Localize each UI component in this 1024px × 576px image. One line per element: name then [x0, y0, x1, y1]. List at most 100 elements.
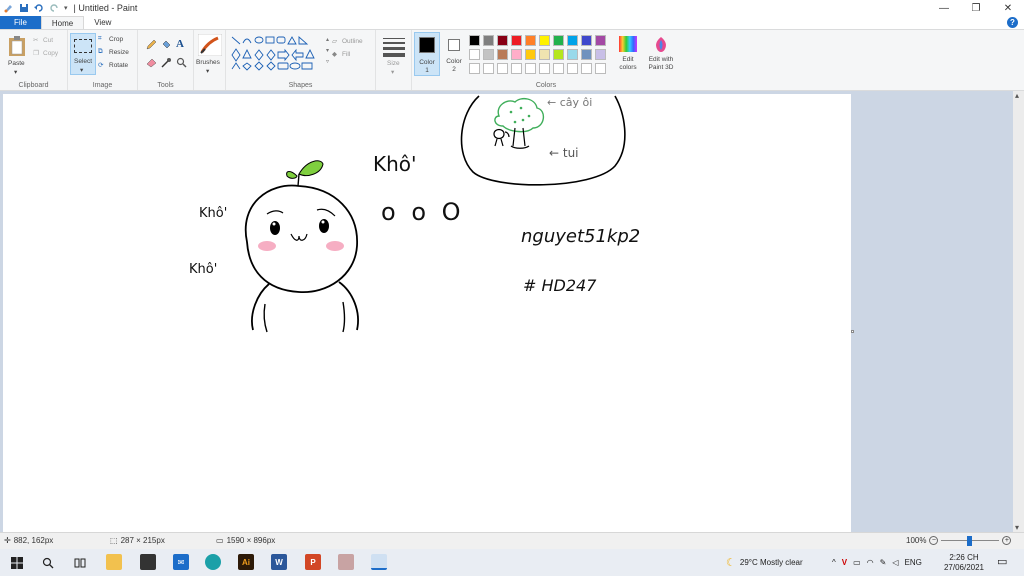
undo-icon[interactable] [34, 3, 44, 13]
restore-button[interactable]: ❐ [960, 0, 992, 16]
pen-icon[interactable]: ✎ [880, 558, 887, 567]
palette-custom-swatch[interactable] [525, 63, 536, 74]
edit-colors-button[interactable]: Edit colors [615, 32, 641, 76]
text-tool-icon[interactable]: A [176, 38, 184, 50]
paint-taskbar-icon[interactable] [371, 554, 387, 570]
palette-custom-swatch[interactable] [595, 63, 606, 74]
group-brushes[interactable]: Brushes ▾ [194, 30, 226, 90]
color2-button[interactable]: Color 2 [442, 32, 468, 76]
task-view-icon[interactable] [74, 557, 86, 569]
wifi-icon[interactable]: ◠ [867, 558, 874, 567]
notifications-icon[interactable]: ▭ [997, 555, 1007, 568]
edge-icon[interactable] [205, 554, 221, 570]
crop-button[interactable]: ⌗ Crop [98, 35, 136, 45]
pencil-icon[interactable] [146, 39, 157, 50]
kho-text-top: Khô' [373, 152, 417, 176]
magnifier-icon[interactable] [176, 57, 187, 68]
palette-swatch[interactable] [469, 49, 480, 60]
palette-custom-swatch[interactable] [469, 63, 480, 74]
battery-icon[interactable]: ▭ [853, 558, 861, 567]
palette-swatch[interactable] [511, 35, 522, 46]
palette-swatch[interactable] [525, 35, 536, 46]
palette-swatch[interactable] [595, 35, 606, 46]
eraser-icon[interactable] [146, 57, 157, 68]
zoom-in-button[interactable]: + [1002, 536, 1012, 545]
palette-custom-swatch[interactable] [539, 63, 550, 74]
illustrator-icon[interactable]: Ai [238, 554, 254, 570]
palette-swatch[interactable] [483, 49, 494, 60]
file-explorer-icon[interactable] [106, 554, 122, 570]
paste-icon [9, 36, 25, 56]
color1-button[interactable]: Color 1 [414, 32, 440, 76]
windows-start-icon[interactable] [11, 557, 23, 569]
edit-paint3d-button[interactable]: Edit with Paint 3D [643, 32, 679, 76]
color-picker-icon[interactable] [161, 57, 172, 68]
palette-swatch[interactable] [511, 49, 522, 60]
paste-button[interactable]: Paste ▾ [4, 33, 30, 76]
select-button[interactable]: Select ▾ [70, 33, 96, 75]
canvas-resize-handle[interactable] [851, 330, 854, 333]
palette-swatch[interactable] [483, 35, 494, 46]
volume-icon[interactable]: ◁ [892, 558, 898, 567]
drawing-canvas[interactable]: Khô' Khô' Khô' o o O ← cây ôi ← tui nguy… [3, 94, 851, 532]
zoom-slider-thumb[interactable] [967, 536, 973, 546]
search-icon[interactable] [42, 557, 54, 569]
fill-button[interactable]: ◆ Fill [332, 50, 376, 60]
cut-button[interactable]: ✂ Cut [33, 36, 65, 46]
scroll-down-icon[interactable]: ▾ [1015, 523, 1019, 532]
palette-swatch[interactable] [539, 35, 550, 46]
vertical-scrollbar[interactable]: ▴ ▾ [1013, 91, 1024, 532]
group-tools: A Tools [138, 30, 194, 90]
customize-qat-icon[interactable]: ▾ [64, 4, 68, 12]
close-button[interactable]: ✕ [992, 0, 1024, 16]
palette-custom-swatch[interactable] [497, 63, 508, 74]
copy-label: Copy [43, 50, 59, 57]
save-icon[interactable] [19, 3, 29, 13]
palette-swatch[interactable] [581, 35, 592, 46]
shapes-gallery[interactable] [230, 35, 326, 71]
scroll-up-icon[interactable]: ▴ [1015, 91, 1019, 100]
app-icon-gray[interactable] [338, 554, 354, 570]
palette-swatch[interactable] [595, 49, 606, 60]
palette-swatch[interactable] [525, 49, 536, 60]
group-size[interactable]: Size ▾ [376, 30, 412, 90]
store-icon[interactable] [140, 554, 156, 570]
palette-swatch[interactable] [581, 49, 592, 60]
tray-overflow-icon[interactable]: ^ [832, 558, 836, 567]
resize-button[interactable]: ⧉ Resize [98, 48, 136, 58]
powerpoint-icon[interactable]: P [305, 554, 321, 570]
canvas-area[interactable]: Khô' Khô' Khô' o o O ← cây ôi ← tui nguy… [0, 91, 1013, 532]
redo-icon[interactable] [49, 3, 59, 13]
palette-custom-swatch[interactable] [511, 63, 522, 74]
weather-widget[interactable]: ☾ 29°C Mostly clear [726, 549, 803, 576]
outline-button[interactable]: ▱ Outline [332, 37, 376, 47]
kho-text-lower: Khô' [189, 262, 218, 277]
tab-home[interactable]: Home [40, 16, 85, 29]
palette-custom-swatch[interactable] [483, 63, 494, 74]
tab-view[interactable]: View [84, 16, 121, 29]
palette-swatch[interactable] [539, 49, 550, 60]
palette-custom-swatch[interactable] [567, 63, 578, 74]
palette-swatch[interactable] [567, 49, 578, 60]
antivirus-icon[interactable]: V [842, 558, 847, 567]
fill-bucket-icon[interactable] [161, 39, 172, 50]
zoom-out-button[interactable]: − [929, 536, 939, 545]
language-indicator[interactable]: ENG [905, 558, 922, 567]
palette-swatch[interactable] [469, 35, 480, 46]
palette-swatch[interactable] [553, 49, 564, 60]
palette-swatch[interactable] [553, 35, 564, 46]
minimize-button[interactable]: — [928, 0, 960, 16]
palette-swatch[interactable] [497, 35, 508, 46]
tab-file[interactable]: File [0, 16, 41, 29]
palette-custom-swatch[interactable] [553, 63, 564, 74]
palette-custom-swatch[interactable] [581, 63, 592, 74]
copy-button[interactable]: ❐ Copy [33, 49, 65, 59]
help-button[interactable]: ? [1007, 17, 1018, 28]
word-icon[interactable]: W [271, 554, 287, 570]
rotate-button[interactable]: ⟳ Rotate [98, 61, 136, 71]
zoom-slider[interactable] [941, 536, 1000, 546]
mail-icon[interactable]: ✉ [173, 554, 189, 570]
clock[interactable]: 2:26 CH 27/06/2021 [940, 549, 988, 576]
palette-swatch[interactable] [567, 35, 578, 46]
palette-swatch[interactable] [497, 49, 508, 60]
